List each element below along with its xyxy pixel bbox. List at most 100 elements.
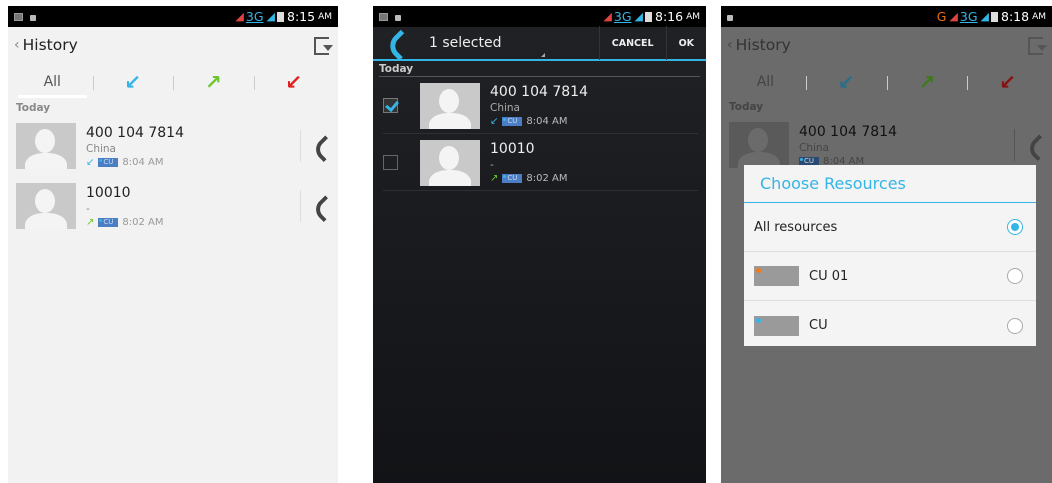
tab-missed[interactable]: ↙ — [253, 66, 335, 98]
call-button[interactable] — [300, 130, 334, 162]
call-button[interactable] — [1014, 129, 1048, 161]
caller-location: China — [799, 141, 829, 154]
call-time: 8:04 AM — [526, 116, 568, 127]
battery-icon — [277, 11, 284, 22]
row-checkbox[interactable] — [383, 98, 398, 113]
outgoing-call-icon: ↗ — [86, 216, 95, 228]
missed-call-icon: ↙ — [285, 70, 303, 94]
contact-avatar — [420, 139, 480, 186]
call-log-row[interactable]: 400 104 7814 China ↙ CU 8:04 AM — [383, 78, 698, 134]
incoming-call-icon: ↙ — [86, 156, 95, 168]
selected-count-dropdown[interactable]: 1 selected — [405, 35, 599, 57]
contact-avatar — [420, 82, 480, 129]
call-filter-tabs: All ↙ ↗ ↙ — [12, 66, 334, 98]
sim-card-icon — [754, 315, 799, 336]
call-time: 8:02 AM — [122, 216, 164, 228]
network-type: 3G — [245, 9, 264, 24]
resource-option-cu01[interactable]: CU 01 — [744, 252, 1036, 301]
sim-badge: CU — [502, 117, 523, 126]
page-title[interactable]: History — [23, 36, 314, 54]
phone-icon — [309, 197, 327, 215]
sim-badge: CU — [98, 157, 119, 167]
caller-number: 10010 — [490, 141, 535, 157]
phone-icon — [309, 137, 327, 155]
caller-location: - — [86, 202, 90, 215]
call-log-row[interactable]: 10010 - ↗ CU 8:02 AM — [16, 180, 334, 232]
resource-option-all[interactable]: All resources — [744, 203, 1036, 252]
call-log-row[interactable]: 10010 - ↗ CU 8:02 AM — [383, 135, 698, 191]
choose-resources-screen: G ◢ 3G ◢ 8:18 AM ‹ History All ↙ ↗ ↙ Toda… — [721, 6, 1052, 483]
caller-number: 10010 — [86, 184, 131, 201]
contact-avatar — [729, 122, 789, 168]
cancel-button[interactable]: CANCEL — [598, 26, 666, 60]
signal-icon: ◢ — [634, 10, 644, 23]
clock-ampm: AM — [318, 11, 332, 22]
phone-icon[interactable] — [383, 32, 405, 54]
battery-icon — [645, 11, 652, 22]
call-log-row[interactable]: 400 104 7814 China CU 8:04 AM — [729, 119, 1048, 171]
contact-avatar — [16, 123, 76, 169]
call-log-row[interactable]: 400 104 7814 China ↙ CU 8:04 AM — [16, 120, 334, 172]
tab-incoming[interactable]: ↙ — [92, 66, 174, 98]
back-icon[interactable]: ‹ — [14, 37, 20, 53]
lock-notification-icon — [395, 14, 401, 21]
ok-button[interactable]: OK — [665, 26, 706, 60]
signal-icon: ◢ — [949, 10, 958, 23]
call-time: 8:02 AM — [526, 173, 568, 184]
clock-ampm: AM — [1032, 11, 1046, 22]
status-bar: G ◢ 3G ◢ 8:18 AM — [721, 6, 1052, 27]
incoming-call-icon: ↙ — [124, 70, 142, 94]
caller-number: 400 104 7814 — [490, 84, 588, 100]
status-bar: ◢ 3G ◢ 8:16 AM — [373, 6, 706, 27]
back-icon[interactable]: ‹ — [727, 37, 733, 53]
call-button[interactable] — [300, 190, 334, 222]
selection-screen: ◢ 3G ◢ 8:16 AM 1 selected CANCEL OK Today… — [373, 6, 706, 483]
dialog-title: Choose Resources — [744, 165, 1036, 203]
phone-icon — [1023, 136, 1041, 154]
contact-avatar — [16, 183, 76, 229]
caller-location: China — [490, 102, 520, 114]
tab-all[interactable]: All — [12, 66, 93, 98]
row-checkbox[interactable] — [383, 155, 398, 170]
clock-time: 8:16 — [655, 9, 684, 24]
call-time: 8:04 AM — [122, 156, 164, 168]
lock-notification-icon — [727, 14, 733, 21]
section-header: Today — [379, 63, 700, 77]
outgoing-call-icon: ↗ — [490, 173, 499, 184]
picture-notification-icon — [14, 12, 23, 21]
signal-icon: ◢ — [980, 10, 990, 23]
signal-icon: ◢ — [603, 10, 612, 23]
status-bar: ◢ 3G ◢ 8:15 AM — [8, 6, 338, 27]
tab-all[interactable]: All — [725, 66, 806, 98]
clock-time: 8:18 — [1001, 9, 1030, 24]
resource-label: CU 01 — [809, 268, 849, 284]
network-type-g: G — [936, 9, 947, 24]
tab-incoming[interactable]: ↙ — [805, 66, 887, 98]
resource-label: CU — [809, 318, 828, 333]
sim-badge: CU — [98, 217, 119, 227]
page-title[interactable]: History — [736, 36, 1028, 54]
caller-number: 400 104 7814 — [799, 123, 897, 140]
action-bar: ‹ History — [721, 27, 1052, 63]
signal-icon: ◢ — [266, 10, 276, 23]
signal-icon: ◢ — [235, 10, 244, 23]
network-type: 3G — [959, 9, 978, 24]
section-header: Today — [729, 101, 764, 113]
menu-icon[interactable] — [1028, 37, 1047, 55]
radio-button[interactable] — [1007, 268, 1023, 284]
call-filter-tabs: All ↙ ↗ ↙ — [725, 66, 1048, 98]
tab-missed[interactable]: ↙ — [967, 66, 1048, 98]
resource-option-cu[interactable]: CU — [744, 301, 1036, 350]
incoming-call-icon: ↙ — [490, 116, 499, 127]
clock-time: 8:15 — [287, 9, 316, 24]
outgoing-call-icon: ↗ — [204, 70, 222, 94]
clock-ampm: AM — [686, 11, 700, 22]
tab-outgoing[interactable]: ↗ — [173, 66, 254, 98]
history-screen: ◢ 3G ◢ 8:15 AM ‹ History All ↙ ↗ ↙ Today … — [8, 6, 338, 483]
menu-icon[interactable] — [314, 37, 333, 55]
selection-action-bar: 1 selected CANCEL OK — [373, 26, 706, 61]
tab-outgoing[interactable]: ↗ — [886, 66, 968, 98]
radio-button[interactable] — [1007, 219, 1023, 235]
radio-button[interactable] — [1007, 317, 1023, 334]
resource-label: All resources — [754, 219, 838, 235]
